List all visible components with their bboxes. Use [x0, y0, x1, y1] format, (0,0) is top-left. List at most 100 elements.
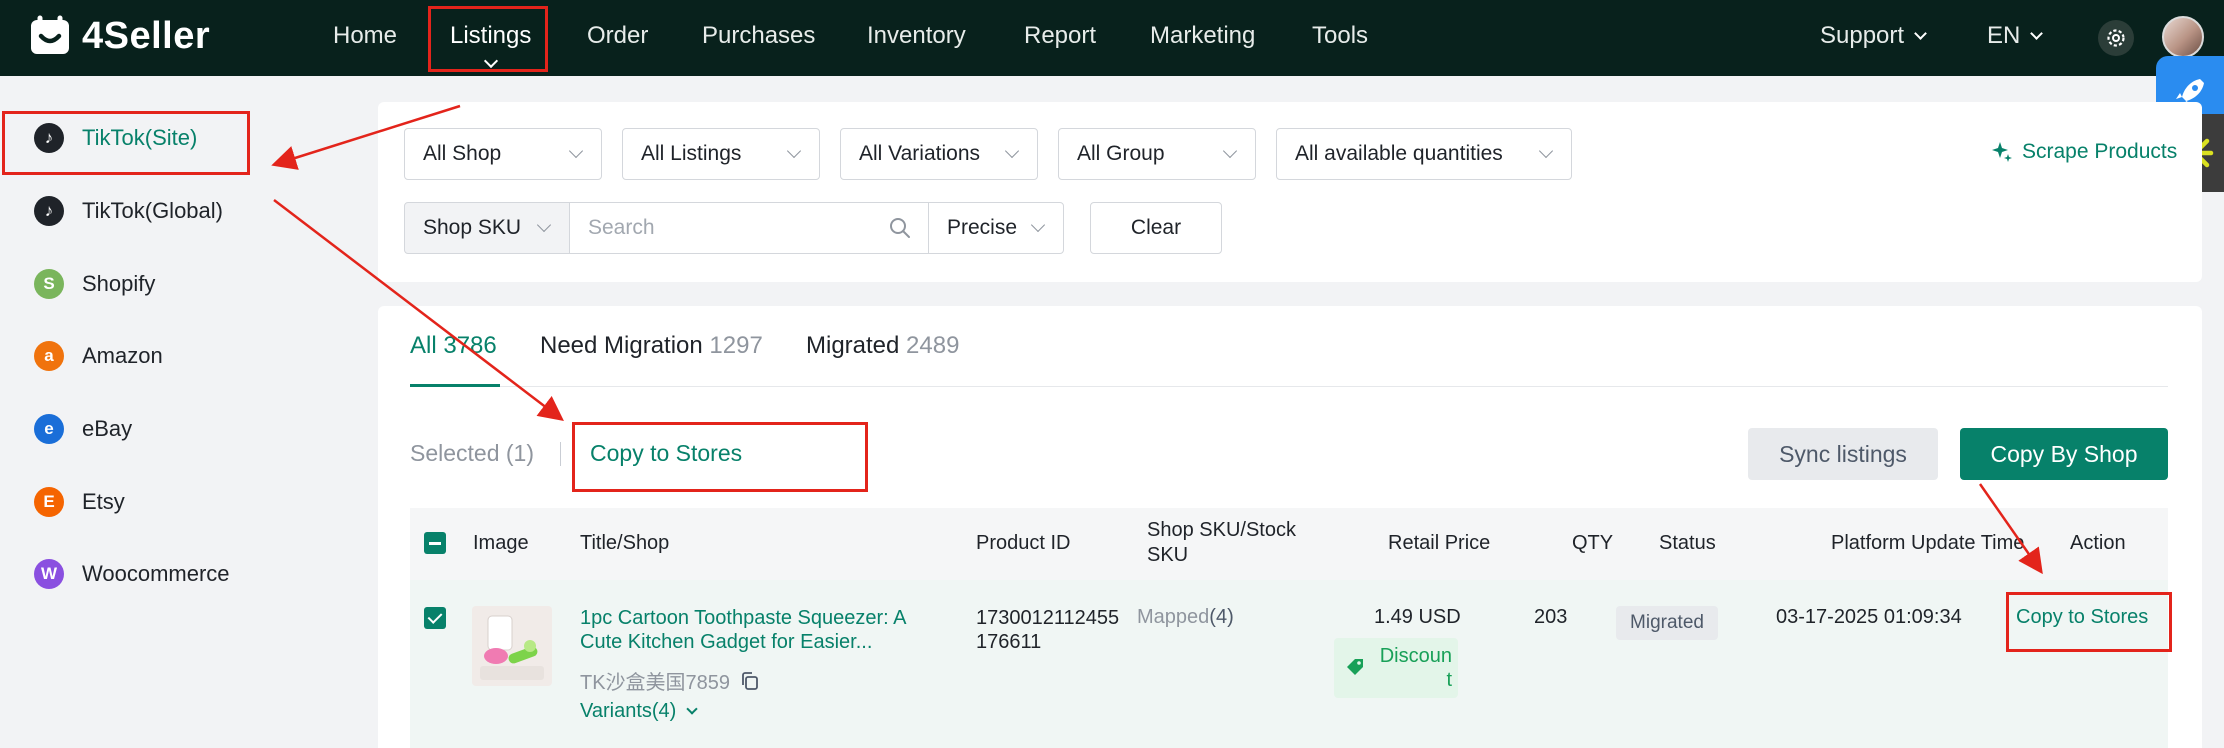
logo-text: 4Seller: [82, 14, 211, 57]
copy-by-shop-button[interactable]: Copy By Shop: [1960, 428, 2168, 480]
shop-name-label: TK沙盒美国7859: [580, 672, 731, 694]
logo[interactable]: 4Seller: [28, 14, 210, 58]
retail-price: 1.49 USD: [1374, 606, 1461, 628]
sidebar-item-label: Amazon: [82, 343, 163, 368]
nav-purchases[interactable]: Purchases: [702, 0, 815, 76]
tab-label: All: [410, 332, 437, 359]
sparkle-icon: [1992, 142, 2012, 162]
match-mode-select[interactable]: Precise: [928, 202, 1064, 254]
product-photo: [472, 606, 552, 686]
tab-label: Need Migration: [540, 332, 703, 359]
match-mode-value: Precise: [947, 216, 1018, 239]
search-input[interactable]: Search: [569, 202, 929, 254]
tab-migrated[interactable]: Migrated 2489: [806, 332, 959, 360]
variations-filter-value: All Variations: [859, 142, 980, 165]
product-id: 1730012112455176611: [976, 607, 1120, 653]
platform-update-time: 03-17-2025 01:09:34: [1776, 606, 1962, 628]
etsy-icon: E: [34, 487, 64, 517]
scrape-products-label: Scrape Products: [2022, 140, 2178, 163]
row-copy-to-stores-button[interactable]: Copy to Stores: [2016, 606, 2148, 629]
listings-filter-value: All Listings: [641, 142, 742, 165]
variants-label: Variants(4): [580, 700, 677, 722]
tab-count: 3786: [443, 332, 497, 359]
column-header-qty: QTY: [1572, 532, 1614, 554]
scrape-products-link[interactable]: Scrape Products: [1990, 140, 2177, 164]
platform-sidebar: ♪ TikTok(Site) ♪ TikTok(Global) S Shopif…: [0, 76, 344, 748]
active-tab-indicator: [410, 384, 500, 387]
group-filter-value: All Group: [1077, 142, 1165, 165]
sidebar-item-etsy[interactable]: E Etsy: [34, 482, 125, 522]
sync-listings-button[interactable]: Sync listings: [1748, 428, 1938, 480]
chevron-down-icon: [483, 53, 498, 69]
sidebar-item-woocommerce[interactable]: W Woocommerce: [34, 554, 230, 594]
mapped-label: Mapped: [1137, 606, 1210, 628]
product-title-link[interactable]: 1pc Cartoon Toothpaste Squeezer: A Cute …: [580, 606, 942, 654]
tab-all[interactable]: All 3786: [410, 332, 497, 360]
shop-name: TK沙盒美国7859: [580, 666, 760, 695]
sidebar-item-tiktok-site[interactable]: ♪ TikTok(Site): [34, 118, 197, 158]
chevron-down-icon: [1004, 143, 1020, 159]
search-field-value: Shop SKU: [423, 216, 522, 239]
nav-order[interactable]: Order: [587, 0, 648, 76]
listings-filter-select[interactable]: All Listings: [622, 128, 820, 180]
column-header-price: Retail Price: [1388, 532, 1491, 554]
settings-button[interactable]: [2098, 20, 2134, 56]
product-image[interactable]: [472, 606, 552, 686]
sidebar-item-shopify[interactable]: S Shopify: [34, 264, 155, 304]
sidebar-item-label: TikTok(Site): [82, 125, 198, 150]
language-label: EN: [1987, 22, 2021, 49]
quantity-filter-select[interactable]: All available quantities: [1276, 128, 1572, 180]
nav-home[interactable]: Home: [333, 0, 397, 76]
nav-marketing[interactable]: Marketing: [1150, 0, 1255, 76]
tab-count: 2489: [906, 332, 960, 359]
sidebar-item-tiktok-global[interactable]: ♪ TikTok(Global): [34, 191, 223, 231]
nav-inventory[interactable]: Inventory: [867, 0, 966, 76]
tab-count: 1297: [709, 332, 763, 359]
search-icon: [890, 218, 910, 238]
mapped-sku-status[interactable]: Mapped(4): [1137, 606, 1234, 629]
search-field-select[interactable]: Shop SKU: [404, 202, 570, 254]
copy-to-stores-bulk-button[interactable]: Copy to Stores: [590, 440, 742, 467]
chevron-down-icon: [536, 217, 552, 233]
sidebar-item-ebay[interactable]: e eBay: [34, 409, 132, 449]
language-dropdown[interactable]: EN: [1987, 0, 2044, 76]
nav-tools[interactable]: Tools: [1312, 0, 1368, 76]
mapped-count: (4): [1209, 606, 1234, 628]
chevron-down-icon: [2030, 27, 2044, 40]
chevron-down-icon: [568, 143, 584, 159]
shopify-icon: S: [34, 269, 64, 299]
amazon-icon: a: [34, 341, 64, 371]
ebay-icon: e: [34, 414, 64, 444]
support-dropdown[interactable]: Support: [1820, 0, 1927, 76]
nav-report[interactable]: Report: [1024, 0, 1096, 76]
copy-icon[interactable]: [740, 671, 760, 691]
quantity: 203: [1534, 606, 1568, 628]
sidebar-item-label: Woocommerce: [82, 561, 230, 586]
column-header-product-id: Product ID: [976, 532, 1071, 554]
variations-filter-select[interactable]: All Variations: [840, 128, 1038, 180]
sidebar-item-amazon[interactable]: a Amazon: [34, 336, 163, 376]
tabs-divider: [410, 386, 2168, 387]
nav-listings[interactable]: Listings: [450, 0, 531, 76]
discount-label: Discount: [1379, 645, 1452, 691]
variants-toggle[interactable]: Variants(4): [580, 700, 698, 723]
column-header-sku: Shop SKU/Stock SKU: [1147, 519, 1296, 566]
chevron-down-icon: [1914, 27, 1927, 40]
user-avatar[interactable]: [2162, 16, 2204, 58]
clear-button[interactable]: Clear: [1090, 202, 1222, 254]
woocommerce-icon: W: [34, 559, 64, 589]
sidebar-item-label: eBay: [82, 416, 133, 441]
chevron-down-icon: [686, 703, 698, 715]
selected-count: Selected (1): [410, 440, 535, 466]
chevron-down-icon: [1030, 217, 1046, 233]
divider: [560, 442, 561, 466]
shop-filter-value: All Shop: [423, 142, 502, 165]
shop-filter-select[interactable]: All Shop: [404, 128, 602, 180]
gear-icon: [2107, 29, 2125, 47]
group-filter-select[interactable]: All Group: [1058, 128, 1256, 180]
tab-need-migration[interactable]: Need Migration 1297: [540, 332, 763, 360]
quantity-filter-value: All available quantities: [1295, 142, 1503, 165]
row-checkbox[interactable]: [424, 607, 446, 629]
tab-label: Migrated: [806, 332, 900, 359]
select-all-checkbox[interactable]: [424, 532, 446, 554]
